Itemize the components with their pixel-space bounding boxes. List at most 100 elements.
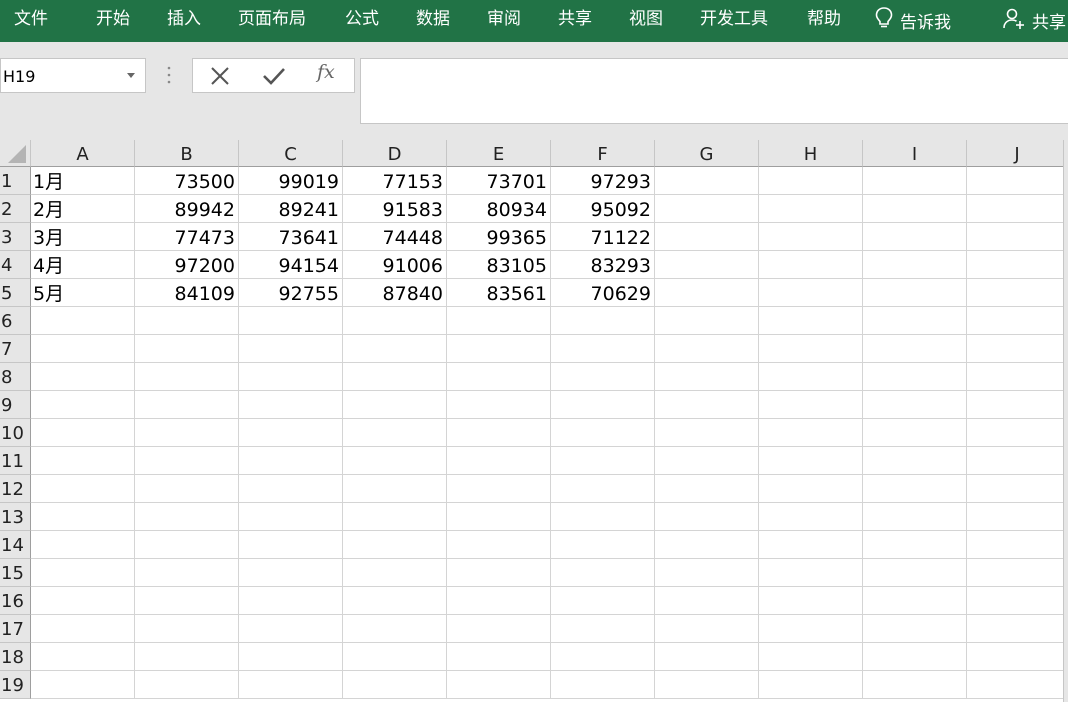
column-header[interactable]: J: [967, 140, 1068, 167]
chevron-down-icon[interactable]: [127, 73, 135, 78]
cell-C15[interactable]: [239, 559, 343, 587]
cell-F15[interactable]: [551, 559, 655, 587]
cell-G10[interactable]: [655, 419, 759, 447]
cell-E12[interactable]: [447, 475, 551, 503]
column-header[interactable]: A: [31, 140, 135, 167]
cell-D7[interactable]: [343, 335, 447, 363]
tell-me-search[interactable]: 告诉我: [874, 0, 951, 40]
cell-E6[interactable]: [447, 307, 551, 335]
row-header[interactable]: 18: [0, 643, 31, 671]
cell-F5[interactable]: 70629: [551, 279, 655, 307]
cell-I16[interactable]: [863, 587, 967, 615]
cell-J18[interactable]: [967, 643, 1068, 671]
cell-D3[interactable]: 74448: [343, 223, 447, 251]
cell-I5[interactable]: [863, 279, 967, 307]
cell-H16[interactable]: [759, 587, 863, 615]
cell-D5[interactable]: 87840: [343, 279, 447, 307]
cell-I2[interactable]: [863, 195, 967, 223]
checkmark-icon[interactable]: [261, 63, 287, 89]
cell-D2[interactable]: 91583: [343, 195, 447, 223]
cell-F4[interactable]: 83293: [551, 251, 655, 279]
cell-B14[interactable]: [135, 531, 239, 559]
cell-B2[interactable]: 89942: [135, 195, 239, 223]
cell-G17[interactable]: [655, 615, 759, 643]
name-box[interactable]: H19: [0, 58, 146, 93]
close-icon[interactable]: [207, 63, 233, 89]
vertical-scrollbar[interactable]: [1063, 140, 1068, 702]
ribbon-tab[interactable]: 帮助: [807, 0, 841, 40]
cell-H6[interactable]: [759, 307, 863, 335]
cell-C4[interactable]: 94154: [239, 251, 343, 279]
cell-A7[interactable]: [31, 335, 135, 363]
row-header[interactable]: 15: [0, 559, 31, 587]
cell-I1[interactable]: [863, 167, 967, 195]
cell-E10[interactable]: [447, 419, 551, 447]
cell-J11[interactable]: [967, 447, 1068, 475]
cell-I13[interactable]: [863, 503, 967, 531]
cell-G19[interactable]: [655, 671, 759, 699]
cell-C11[interactable]: [239, 447, 343, 475]
cell-A2[interactable]: 2月: [31, 195, 135, 223]
cell-H8[interactable]: [759, 363, 863, 391]
drag-handle-icon[interactable]: [166, 64, 172, 86]
cell-B12[interactable]: [135, 475, 239, 503]
cell-J10[interactable]: [967, 419, 1068, 447]
cell-H13[interactable]: [759, 503, 863, 531]
select-all-button[interactable]: [0, 140, 31, 167]
ribbon-tab[interactable]: 视图: [629, 0, 663, 40]
cell-H10[interactable]: [759, 419, 863, 447]
cell-E2[interactable]: 80934: [447, 195, 551, 223]
cell-J16[interactable]: [967, 587, 1068, 615]
cell-A13[interactable]: [31, 503, 135, 531]
cell-A3[interactable]: 3月: [31, 223, 135, 251]
cell-A12[interactable]: [31, 475, 135, 503]
cell-J12[interactable]: [967, 475, 1068, 503]
ribbon-tab[interactable]: 页面布局: [238, 0, 306, 40]
cell-F13[interactable]: [551, 503, 655, 531]
cell-E3[interactable]: 99365: [447, 223, 551, 251]
cell-F2[interactable]: 95092: [551, 195, 655, 223]
cell-J17[interactable]: [967, 615, 1068, 643]
cell-E11[interactable]: [447, 447, 551, 475]
cell-H15[interactable]: [759, 559, 863, 587]
cell-H11[interactable]: [759, 447, 863, 475]
cell-C3[interactable]: 73641: [239, 223, 343, 251]
row-header[interactable]: 13: [0, 503, 31, 531]
cell-I14[interactable]: [863, 531, 967, 559]
cell-A16[interactable]: [31, 587, 135, 615]
cell-E19[interactable]: [447, 671, 551, 699]
cell-J8[interactable]: [967, 363, 1068, 391]
ribbon-tab[interactable]: 数据: [416, 0, 450, 40]
cell-I6[interactable]: [863, 307, 967, 335]
cell-J3[interactable]: [967, 223, 1068, 251]
cell-H5[interactable]: [759, 279, 863, 307]
cell-I12[interactable]: [863, 475, 967, 503]
cell-J6[interactable]: [967, 307, 1068, 335]
ribbon-tab[interactable]: 共享: [558, 0, 592, 40]
column-header[interactable]: G: [655, 140, 759, 167]
ribbon-tab[interactable]: 审阅: [487, 0, 521, 40]
cell-H3[interactable]: [759, 223, 863, 251]
cell-I7[interactable]: [863, 335, 967, 363]
row-header[interactable]: 9: [0, 391, 31, 419]
cell-A4[interactable]: 4月: [31, 251, 135, 279]
cell-A18[interactable]: [31, 643, 135, 671]
cell-F10[interactable]: [551, 419, 655, 447]
row-header[interactable]: 7: [0, 335, 31, 363]
cell-C17[interactable]: [239, 615, 343, 643]
cell-C2[interactable]: 89241: [239, 195, 343, 223]
cell-G9[interactable]: [655, 391, 759, 419]
cell-I11[interactable]: [863, 447, 967, 475]
cell-F7[interactable]: [551, 335, 655, 363]
cell-A6[interactable]: [31, 307, 135, 335]
cell-E8[interactable]: [447, 363, 551, 391]
cell-E7[interactable]: [447, 335, 551, 363]
cell-C16[interactable]: [239, 587, 343, 615]
cell-C12[interactable]: [239, 475, 343, 503]
cell-C19[interactable]: [239, 671, 343, 699]
cell-G13[interactable]: [655, 503, 759, 531]
cell-F6[interactable]: [551, 307, 655, 335]
row-header[interactable]: 3: [0, 223, 31, 251]
cell-C14[interactable]: [239, 531, 343, 559]
cell-B15[interactable]: [135, 559, 239, 587]
